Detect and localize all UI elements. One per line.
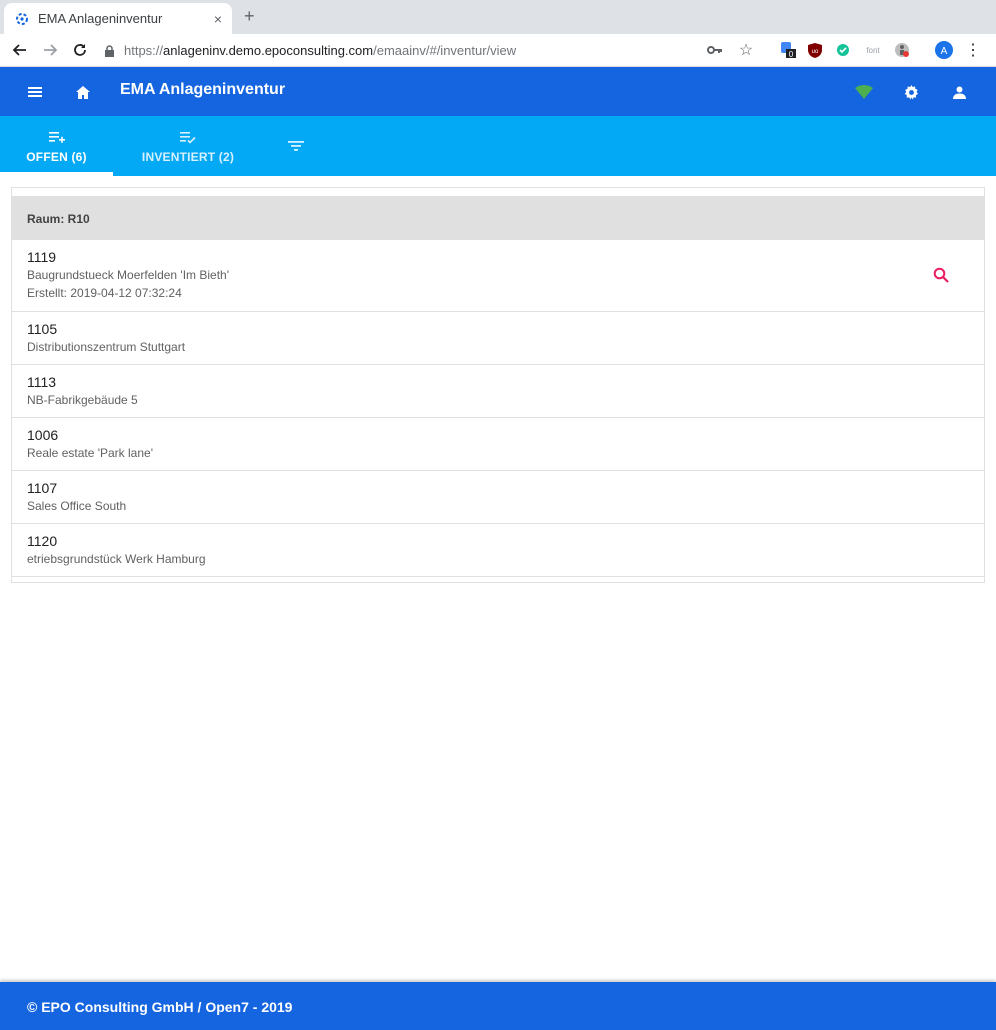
asset-list: Raum: R10 1119 Baugrundstueck Moerfelden… xyxy=(11,187,985,583)
asset-description: etriebsgrundstück Werk Hamburg xyxy=(27,552,206,566)
app-header: EMA Anlageninventur xyxy=(0,67,996,116)
room-group-header: Raum: R10 xyxy=(12,196,984,240)
browser-tab[interactable]: EMA Anlageninventur × xyxy=(4,3,232,34)
browser-toolbar: https://anlageninv.demo.epoconsulting.co… xyxy=(0,34,996,67)
active-tab-indicator xyxy=(0,172,113,176)
list-item[interactable]: 1105 Distributionszentrum Stuttgart xyxy=(12,312,984,365)
search-icon[interactable] xyxy=(930,264,952,286)
playlist-check-icon xyxy=(180,128,196,148)
bookmark-star-icon[interactable]: ☆ xyxy=(737,41,755,59)
browser-menu-icon[interactable]: ⋮ xyxy=(965,41,981,59)
asset-description: Sales Office South xyxy=(27,499,127,513)
extension-badge-count: 0 xyxy=(789,50,794,59)
asset-description: Distributionszentrum Stuttgart xyxy=(27,340,186,354)
browser-tabstrip: EMA Anlageninventur × + xyxy=(0,0,996,34)
app-favicon-icon xyxy=(14,11,30,27)
filter-icon xyxy=(288,136,304,156)
url-text: https://anlageninv.demo.epoconsulting.co… xyxy=(124,42,517,58)
list-item[interactable]: 1006 Reale estate 'Park lane' xyxy=(12,418,984,471)
lock-icon xyxy=(104,44,116,57)
back-icon[interactable] xyxy=(10,40,30,60)
asset-number: 1006 xyxy=(27,427,59,443)
tab-close-icon[interactable]: × xyxy=(214,11,222,27)
tab-offen[interactable]: OFFEN (6) xyxy=(0,116,113,176)
settings-gear-icon[interactable] xyxy=(900,81,922,103)
asset-number: 1120 xyxy=(27,533,58,549)
asset-number: 1119 xyxy=(27,249,57,265)
menu-icon[interactable] xyxy=(24,81,46,103)
asset-description: NB-Fabrikgebäude 5 xyxy=(27,393,138,407)
ublock-icon[interactable]: uo xyxy=(806,41,824,59)
app-footer: © EPO Consulting GmbH / Open7 - 2019 xyxy=(0,982,996,1030)
home-icon[interactable] xyxy=(72,81,94,103)
tab-offen-label: OFFEN (6) xyxy=(26,150,87,164)
profile-initial: A xyxy=(941,46,948,57)
url-field[interactable]: https://anlageninv.demo.epoconsulting.co… xyxy=(104,38,694,62)
room-label: Raum: R10 xyxy=(27,212,90,226)
user-account-icon[interactable] xyxy=(948,81,970,103)
playlist-add-icon xyxy=(48,128,65,148)
wifi-icon xyxy=(853,81,875,103)
asset-created: Erstellt: 2019-04-12 07:32:24 xyxy=(27,286,182,300)
svg-text:uo: uo xyxy=(812,49,819,55)
list-item[interactable]: 1107 Sales Office South xyxy=(12,471,984,524)
asset-number: 1113 xyxy=(27,374,57,390)
list-item[interactable]: 1113 NB-Fabrikgebäude 5 xyxy=(12,365,984,418)
inventory-tabs: OFFEN (6) INVENTIERT (2) xyxy=(0,116,996,176)
asset-number: 1107 xyxy=(27,480,58,496)
asset-description: Baugrundstueck Moerfelden 'Im Bieth' xyxy=(27,268,230,282)
app-title: EMA Anlageninventur xyxy=(120,81,286,98)
profile-avatar[interactable]: A xyxy=(934,41,954,59)
extension-badge-icon[interactable]: 0 xyxy=(778,41,798,59)
asset-description: Reale estate 'Park lane' xyxy=(27,446,153,460)
reload-icon[interactable] xyxy=(70,40,90,60)
grammar-check-icon[interactable] xyxy=(834,41,852,59)
footer-copyright: © EPO Consulting GmbH / Open7 - 2019 xyxy=(27,999,293,1015)
asset-number: 1105 xyxy=(27,321,58,337)
list-item[interactable]: 1119 Baugrundstueck Moerfelden 'Im Bieth… xyxy=(12,240,984,312)
forward-icon[interactable] xyxy=(40,40,60,60)
list-item[interactable]: 1120 etriebsgrundstück Werk Hamburg xyxy=(12,524,984,577)
browser-tab-title: EMA Anlageninventur xyxy=(38,11,163,26)
tab-inventiert[interactable]: INVENTIERT (2) xyxy=(128,116,248,176)
accessibility-extension-icon[interactable] xyxy=(893,41,911,59)
new-tab-button[interactable]: + xyxy=(244,6,255,26)
key-icon[interactable] xyxy=(706,41,724,59)
font-extension-icon[interactable]: font xyxy=(862,41,884,59)
filter-button[interactable] xyxy=(280,116,312,176)
tab-inventiert-label: INVENTIERT (2) xyxy=(141,150,235,164)
